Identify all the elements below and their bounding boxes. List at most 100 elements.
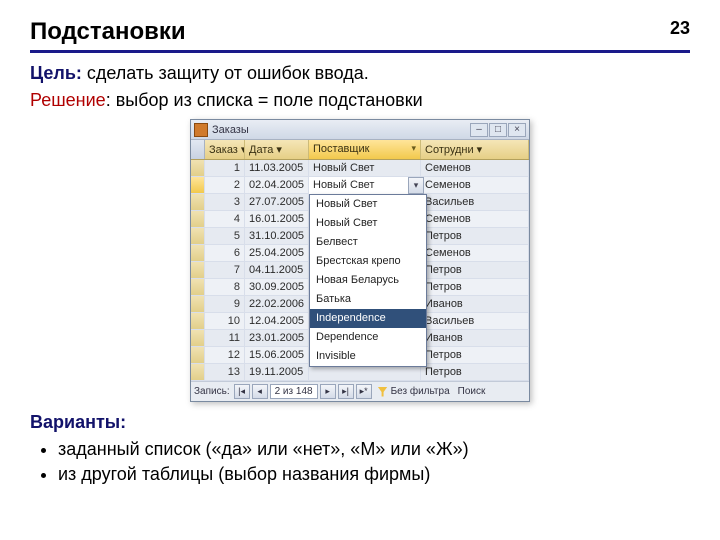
datagrid: 111.03.2005Новый СветСеменов202.04.2005Н… xyxy=(191,160,529,381)
cell-date[interactable]: 19.11.2005 xyxy=(245,364,309,380)
cell-employee[interactable]: Иванов xyxy=(421,330,529,346)
cell-order[interactable]: 9 xyxy=(205,296,245,312)
cell-order[interactable]: 3 xyxy=(205,194,245,210)
solution-text: : выбор из списка = поле подстановки xyxy=(106,90,423,110)
row-selector[interactable] xyxy=(191,296,205,312)
cell-employee[interactable]: Семенов xyxy=(421,177,529,193)
cell-date[interactable]: 31.10.2005 xyxy=(245,228,309,244)
cell-date[interactable]: 27.07.2005 xyxy=(245,194,309,210)
slide-title: Подстановки xyxy=(30,18,690,46)
select-all-header[interactable] xyxy=(191,140,205,159)
recordnav-next[interactable]: ▸ xyxy=(320,384,336,399)
cell-employee[interactable]: Петров xyxy=(421,279,529,295)
cell-employee[interactable]: Семенов xyxy=(421,160,529,176)
variants-list: заданный список («да» или «нет», «М» или… xyxy=(58,439,690,485)
close-button[interactable]: × xyxy=(508,123,526,137)
cell-date[interactable]: 25.04.2005 xyxy=(245,245,309,261)
cell-date[interactable]: 23.01.2005 xyxy=(245,330,309,346)
dropdown-option[interactable]: Брестская крепо xyxy=(310,252,426,271)
cell-employee[interactable]: Семенов xyxy=(421,245,529,261)
row-selector[interactable] xyxy=(191,228,205,244)
cell-employee[interactable]: Семенов xyxy=(421,211,529,227)
cell-order[interactable]: 1 xyxy=(205,160,245,176)
search-label: Поиск xyxy=(458,386,486,397)
row-selector[interactable] xyxy=(191,330,205,346)
cell-order[interactable]: 13 xyxy=(205,364,245,380)
recordnav-prev[interactable]: ◂ xyxy=(252,384,268,399)
title-rule xyxy=(30,50,690,53)
minimize-button[interactable]: – xyxy=(470,123,488,137)
funnel-icon xyxy=(378,387,388,397)
dropdown-option[interactable]: Новая Беларусь xyxy=(310,271,426,290)
recordnav-first[interactable]: |◂ xyxy=(234,384,250,399)
cell-supplier-active[interactable]: Новый Свет xyxy=(309,177,421,194)
goal-line: Цель: сделать защиту от ошибок ввода. xyxy=(30,63,690,84)
goal-label: Цель: xyxy=(30,63,82,83)
dropdown-option[interactable]: Новый Свет xyxy=(310,195,426,214)
cell-employee[interactable]: Петров xyxy=(421,347,529,363)
cell-date[interactable]: 15.06.2005 xyxy=(245,347,309,363)
row-selector[interactable] xyxy=(191,347,205,363)
dropdown-option[interactable]: Новый Свет xyxy=(310,214,426,233)
variants-label: Варианты: xyxy=(30,412,126,432)
header-supplier[interactable]: Поставщик xyxy=(309,140,421,159)
recordnav-label: Запись: xyxy=(194,386,230,397)
cell-employee[interactable]: Петров xyxy=(421,364,529,380)
cell-order[interactable]: 6 xyxy=(205,245,245,261)
cell-date[interactable]: 04.11.2005 xyxy=(245,262,309,278)
cell-date[interactable]: 16.01.2005 xyxy=(245,211,309,227)
cell-date[interactable]: 11.03.2005 xyxy=(245,160,309,176)
solution-label: Решение xyxy=(30,90,106,110)
supplier-dropdown[interactable]: Новый СветНовый СветБелвестБрестская кре… xyxy=(309,194,427,367)
table-row[interactable]: 111.03.2005Новый СветСеменов xyxy=(191,160,529,177)
goal-text: сделать защиту от ошибок ввода. xyxy=(82,63,369,83)
cell-date[interactable]: 22.02.2006 xyxy=(245,296,309,312)
row-selector[interactable] xyxy=(191,364,205,380)
filter-indicator[interactable]: Без фильтра xyxy=(378,386,450,397)
table-row[interactable]: 202.04.2005Новый Свет▾Новый СветНовый Св… xyxy=(191,177,529,194)
header-date[interactable]: Дата ▾ xyxy=(245,140,309,159)
cell-employee[interactable]: Васильев xyxy=(421,313,529,329)
cell-date[interactable]: 30.09.2005 xyxy=(245,279,309,295)
maximize-button[interactable]: □ xyxy=(489,123,507,137)
dropdown-option[interactable]: Dependence xyxy=(310,328,426,347)
column-headers: Заказ ▾ Дата ▾ Поставщик Сотрудни ▾ xyxy=(191,140,529,160)
recordnav-new[interactable]: ▸* xyxy=(356,384,372,399)
dropdown-arrow[interactable]: ▾ xyxy=(408,177,424,194)
cell-order[interactable]: 12 xyxy=(205,347,245,363)
row-selector[interactable] xyxy=(191,245,205,261)
row-selector[interactable] xyxy=(191,313,205,329)
cell-date[interactable]: 02.04.2005 xyxy=(245,177,309,193)
row-selector[interactable] xyxy=(191,177,205,193)
cell-date[interactable]: 12.04.2005 xyxy=(245,313,309,329)
cell-order[interactable]: 8 xyxy=(205,279,245,295)
recordnav-last[interactable]: ▸| xyxy=(338,384,354,399)
cell-order[interactable]: 5 xyxy=(205,228,245,244)
filter-label: Без фильтра xyxy=(391,386,450,397)
variants-label-line: Варианты: xyxy=(30,412,690,433)
cell-order[interactable]: 4 xyxy=(205,211,245,227)
cell-order[interactable]: 10 xyxy=(205,313,245,329)
cell-order[interactable]: 7 xyxy=(205,262,245,278)
row-selector[interactable] xyxy=(191,160,205,176)
cell-order[interactable]: 11 xyxy=(205,330,245,346)
dropdown-option[interactable]: Independence xyxy=(310,309,426,328)
dropdown-option[interactable]: Белвест xyxy=(310,233,426,252)
row-selector[interactable] xyxy=(191,194,205,210)
row-selector[interactable] xyxy=(191,279,205,295)
recordnav-counter: 2 из 148 xyxy=(270,384,318,399)
header-order[interactable]: Заказ ▾ xyxy=(205,140,245,159)
cell-order[interactable]: 2 xyxy=(205,177,245,193)
cell-supplier[interactable]: Новый Свет xyxy=(309,160,421,176)
row-selector[interactable] xyxy=(191,262,205,278)
cell-employee[interactable]: Васильев xyxy=(421,194,529,210)
header-employee[interactable]: Сотрудни ▾ xyxy=(421,140,529,159)
list-item: заданный список («да» или «нет», «М» или… xyxy=(58,439,690,460)
row-selector[interactable] xyxy=(191,211,205,227)
cell-employee[interactable]: Петров xyxy=(421,228,529,244)
cell-employee[interactable]: Иванов xyxy=(421,296,529,312)
dropdown-option[interactable]: Батька xyxy=(310,290,426,309)
dropdown-option[interactable]: Invisible xyxy=(310,347,426,366)
titlebar: Заказы – □ × xyxy=(191,120,529,140)
cell-employee[interactable]: Петров xyxy=(421,262,529,278)
